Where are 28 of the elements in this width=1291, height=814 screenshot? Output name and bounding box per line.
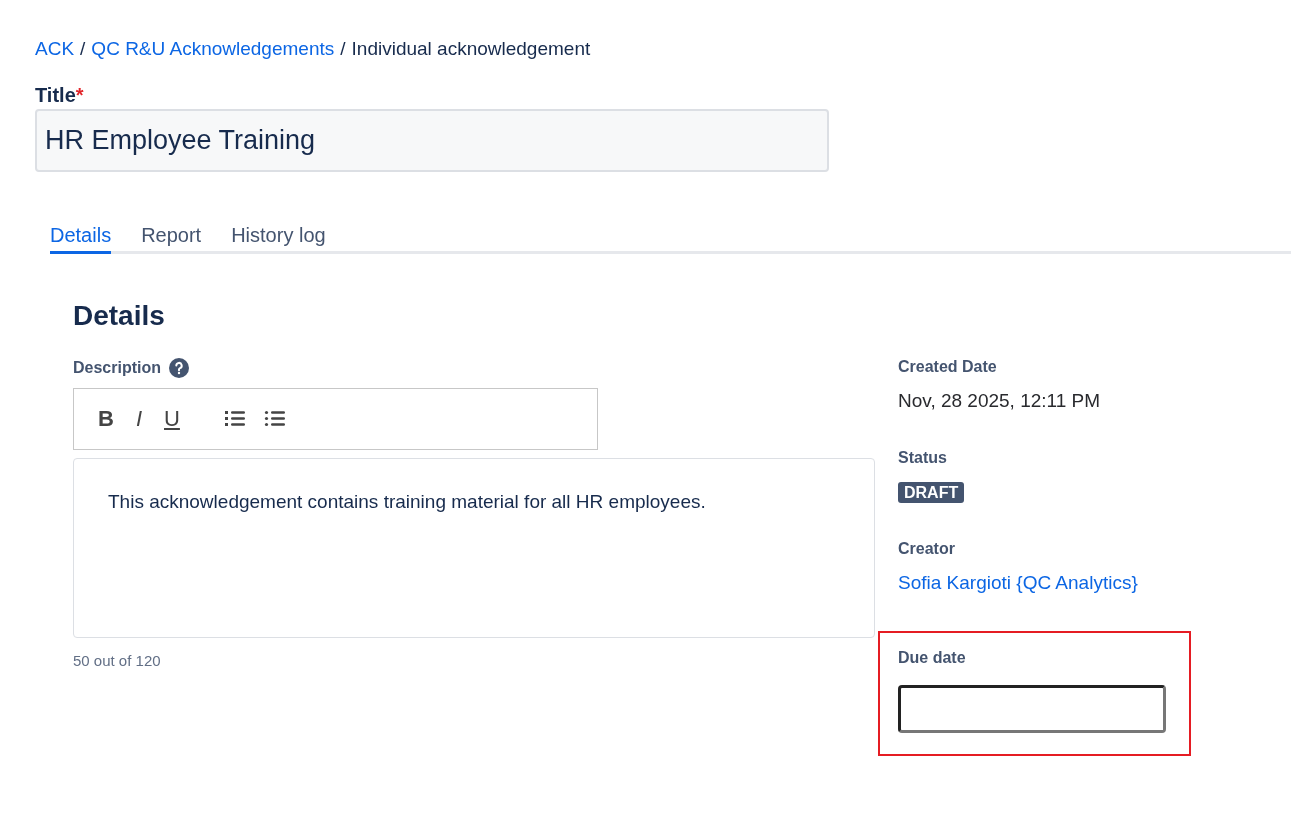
status-badge: DRAFT [898,482,965,503]
tab[interactable]: Report [141,224,202,254]
description-editor[interactable]: This acknowledgement contains training material for all HR employees. [73,458,875,638]
field-label: Creator [898,540,956,558]
breadcrumb-link[interactable]: ACK [35,38,75,60]
italic-button[interactable]: I [131,404,146,434]
title-field[interactable]: HR Employee Training [35,109,829,172]
breadcrumb-current: Individual acknowledgement [351,38,591,60]
field-label: Due date [898,649,967,667]
due-date-field[interactable] [898,685,1166,733]
bold-button[interactable]: B [94,404,118,434]
breadcrumb-separator: / [80,38,86,60]
underline-button[interactable]: U [160,404,184,434]
tab[interactable]: Details [50,224,112,254]
breadcrumb-separator: / [340,38,346,60]
breadcrumb-link[interactable]: QC R&U Acknowledgements [91,38,335,60]
section-heading: Details [73,300,166,332]
help-icon[interactable] [169,358,189,378]
field-label: Title [35,84,76,106]
field-label: Status [898,449,948,467]
created-date: Nov, 28 2025, 12:11 PM [898,390,1102,412]
creator-link[interactable]: Sofia Kargioti {QC Analytics} [898,572,1138,593]
field-label: Description [73,359,161,377]
description-text: This acknowledgement contains training material for all HR employees. [108,491,707,513]
character-counter: 50 out of 120 [73,652,162,669]
tab[interactable]: History log [231,224,326,254]
field-label: Created Date [898,358,998,376]
required-mark: * [75,84,84,106]
